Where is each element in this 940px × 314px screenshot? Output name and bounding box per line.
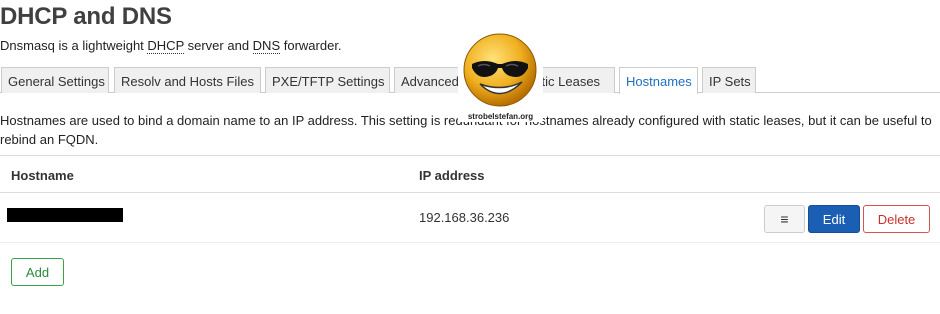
table-header: Hostname IP address (0, 155, 940, 193)
ip-address-cell: 192.168.36.236 (419, 210, 510, 225)
add-button[interactable]: Add (11, 258, 64, 286)
hostnames-table: Hostname IP address 192.168.36.236 ≡ Edi… (0, 155, 940, 243)
tab-ip-sets[interactable]: IP Sets (702, 67, 756, 93)
page-title: DHCP and DNS (0, 3, 172, 30)
delete-button[interactable]: Delete (863, 205, 930, 233)
tab-resolv-hosts-files[interactable]: Resolv and Hosts Files (114, 67, 261, 93)
tab-hostnames[interactable]: Hostnames (619, 67, 698, 94)
table-row: 192.168.36.236 ≡ Edit Delete (0, 193, 940, 243)
abbr-dns: DNS (252, 38, 281, 54)
sunglasses-smiley-icon (463, 33, 537, 107)
abbr-dhcp: DHCP (147, 38, 185, 54)
row-menu-button[interactable]: ≡ (764, 205, 805, 233)
watermark-text: strobelstefan.org (467, 112, 534, 121)
description-suffix: forwarder. (280, 38, 342, 53)
column-header-hostname: Hostname (11, 168, 74, 183)
page-description: Dnsmasq is a lightweight DHCP server and… (0, 38, 342, 54)
description-prefix: Dnsmasq is a lightweight (0, 38, 148, 53)
tab-general-settings[interactable]: General Settings (1, 67, 109, 93)
description-middle: server and (184, 38, 253, 53)
redacted-hostname (7, 208, 123, 222)
tab-pxe-tftp-settings[interactable]: PXE/TFTP Settings (265, 67, 390, 93)
column-header-ip-address: IP address (419, 168, 485, 183)
watermark: strobelstefan.org (458, 30, 543, 122)
edit-button[interactable]: Edit (808, 205, 860, 233)
